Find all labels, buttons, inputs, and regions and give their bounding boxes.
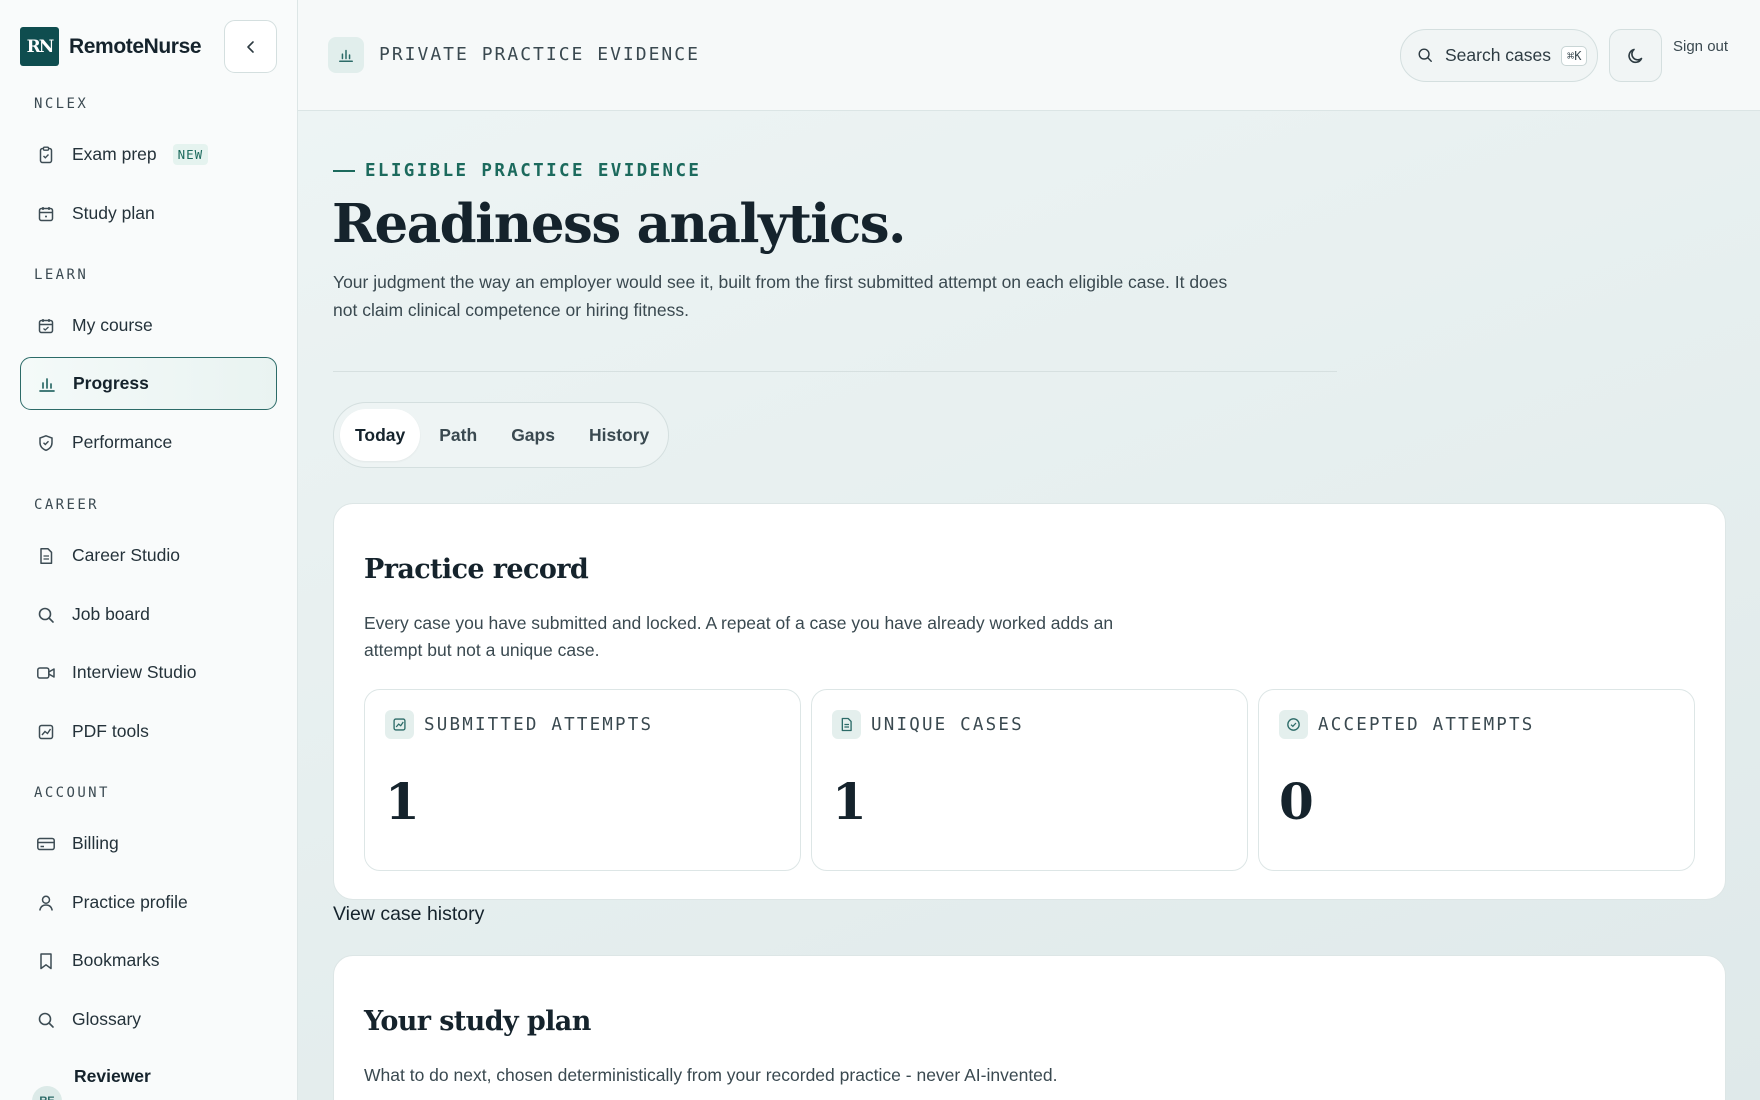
stat-value: 1 bbox=[832, 772, 867, 831]
sidebar-item-label: Career Studio bbox=[72, 545, 180, 565]
page-title: Readiness analytics. bbox=[332, 193, 907, 255]
tab-gaps[interactable]: Gaps bbox=[496, 409, 570, 461]
chevron-left-icon bbox=[246, 40, 254, 53]
sidebar-item-label: Interview Studio bbox=[72, 662, 197, 682]
user-name: Reviewer bbox=[74, 1066, 151, 1086]
stat-value: 1 bbox=[385, 772, 420, 831]
divider bbox=[333, 371, 1337, 372]
sidebar-item-label: Glossary bbox=[72, 1009, 142, 1029]
sign-out-link[interactable]: Sign out bbox=[1673, 38, 1728, 55]
section-label-account: ACCOUNT bbox=[34, 785, 110, 801]
stat-label: SUBMITTED ATTEMPTS bbox=[424, 714, 654, 735]
eyebrow-dash bbox=[333, 170, 355, 172]
sidebar-item-bookmarks[interactable]: Bookmarks bbox=[20, 934, 277, 987]
new-badge: NEW bbox=[172, 144, 209, 165]
shield-icon bbox=[35, 432, 57, 454]
sidebar-item-label: Performance bbox=[72, 432, 173, 452]
stat-label: ACCEPTED ATTEMPTS bbox=[1318, 714, 1535, 735]
top-bar: PRIVATE PRACTICE EVIDENCE Search cases ⌘… bbox=[298, 0, 1760, 111]
sidebar: RN RemoteNurse NCLEX Exam prep NEW Study… bbox=[0, 0, 298, 1100]
chart-line-icon bbox=[35, 721, 57, 743]
sidebar-item-billing[interactable]: Billing bbox=[20, 817, 277, 870]
view-case-history-link[interactable]: View case history bbox=[333, 903, 484, 926]
user-icon bbox=[35, 892, 57, 914]
keyboard-shortcut: ⌘K bbox=[1561, 45, 1588, 66]
sidebar-item-label: Bookmarks bbox=[72, 950, 160, 970]
sidebar-item-my-course[interactable]: My course bbox=[20, 299, 277, 352]
sidebar-item-study-plan[interactable]: Study plan bbox=[20, 187, 277, 240]
sidebar-item-interview-studio[interactable]: Interview Studio bbox=[20, 646, 277, 699]
theme-toggle-button[interactable] bbox=[1609, 29, 1662, 82]
user-menu[interactable]: RE Reviewer bbox=[32, 1066, 151, 1100]
sidebar-item-career-studio[interactable]: Career Studio bbox=[20, 529, 277, 582]
search-label: Search cases bbox=[1445, 45, 1552, 65]
stat-submitted-attempts: SUBMITTED ATTEMPTS 1 bbox=[364, 689, 801, 871]
document-icon bbox=[35, 545, 57, 567]
sidebar-item-label: My course bbox=[72, 315, 153, 335]
sidebar-item-label: Job board bbox=[72, 604, 150, 624]
tab-path[interactable]: Path bbox=[424, 409, 492, 461]
brand[interactable]: RN RemoteNurse bbox=[20, 27, 202, 66]
section-label-career: CAREER bbox=[34, 497, 99, 513]
brand-logo: RN bbox=[20, 27, 59, 66]
practice-record-card: Practice record Every case you have subm… bbox=[333, 503, 1726, 900]
eyebrow: ELIGIBLE PRACTICE EVIDENCE bbox=[333, 161, 701, 181]
sidebar-item-label: Billing bbox=[72, 833, 119, 853]
check-circle-icon bbox=[1279, 710, 1308, 739]
sidebar-item-pdf-tools[interactable]: PDF tools bbox=[20, 705, 277, 758]
sidebar-item-label: Practice profile bbox=[72, 892, 188, 912]
video-camera-icon bbox=[35, 662, 57, 684]
sidebar-item-label: Study plan bbox=[72, 203, 155, 223]
bar-chart-icon bbox=[328, 37, 364, 73]
clipboard-check-icon bbox=[35, 144, 57, 166]
sidebar-item-glossary[interactable]: Glossary bbox=[20, 993, 277, 1046]
calendar-icon bbox=[35, 203, 57, 225]
brand-name: RemoteNurse bbox=[69, 34, 202, 58]
study-plan-card: Your study plan What to do next, chosen … bbox=[333, 955, 1726, 1100]
sidebar-item-practice-profile[interactable]: Practice profile bbox=[20, 876, 277, 929]
card-description: What to do next, chosen deterministicall… bbox=[364, 1065, 1058, 1085]
tab-history[interactable]: History bbox=[574, 409, 664, 461]
bar-chart-icon bbox=[36, 373, 58, 395]
credit-card-icon bbox=[35, 833, 57, 855]
sidebar-item-label: Exam prep bbox=[72, 144, 157, 164]
stat-unique-cases: UNIQUE CASES 1 bbox=[811, 689, 1248, 871]
search-icon bbox=[35, 1009, 57, 1031]
tab-today[interactable]: Today bbox=[340, 409, 421, 461]
main-content: ELIGIBLE PRACTICE EVIDENCE Readiness ana… bbox=[298, 111, 1760, 1100]
sidebar-item-exam-prep[interactable]: Exam prep NEW bbox=[20, 128, 277, 181]
collapse-sidebar-button[interactable] bbox=[224, 20, 277, 73]
eyebrow-text: ELIGIBLE PRACTICE EVIDENCE bbox=[365, 161, 702, 181]
sidebar-item-job-board[interactable]: Job board bbox=[20, 588, 277, 641]
sidebar-item-label: PDF tools bbox=[72, 721, 149, 741]
card-title: Your study plan bbox=[364, 1006, 591, 1037]
search-cases-button[interactable]: Search cases ⌘K bbox=[1400, 29, 1598, 82]
bookmark-icon bbox=[35, 950, 57, 972]
stat-value: 0 bbox=[1279, 772, 1314, 831]
card-description: Every case you have submitted and locked… bbox=[364, 613, 1114, 660]
stat-label: UNIQUE CASES bbox=[871, 714, 1024, 735]
card-title: Practice record bbox=[364, 554, 589, 585]
moon-icon bbox=[1627, 48, 1642, 63]
chart-square-icon bbox=[385, 710, 414, 739]
search-icon bbox=[1417, 47, 1435, 65]
sidebar-item-progress[interactable]: Progress bbox=[20, 357, 277, 410]
page-description: Your judgment the way an employer would … bbox=[333, 272, 1228, 320]
section-label-nclex: NCLEX bbox=[34, 96, 89, 112]
section-label-learn: LEARN bbox=[34, 267, 89, 283]
stat-accepted-attempts: ACCEPTED ATTEMPTS 0 bbox=[1258, 689, 1695, 871]
sidebar-item-label: Progress bbox=[73, 373, 149, 393]
document-icon bbox=[832, 710, 861, 739]
sidebar-item-performance[interactable]: Performance bbox=[20, 416, 277, 469]
calendar-check-icon bbox=[35, 315, 57, 337]
avatar: RE bbox=[32, 1086, 62, 1100]
search-icon bbox=[35, 604, 57, 626]
tab-bar: Today Path Gaps History bbox=[333, 402, 669, 468]
breadcrumb: PRIVATE PRACTICE EVIDENCE bbox=[379, 44, 700, 65]
